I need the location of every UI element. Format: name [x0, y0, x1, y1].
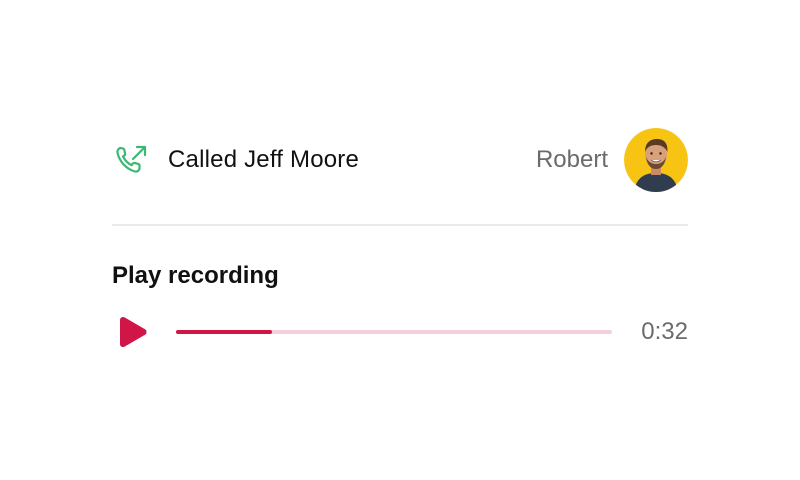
call-summary: Called Jeff Moore [112, 140, 359, 180]
play-icon [120, 316, 147, 348]
play-button[interactable] [112, 312, 152, 352]
call-title: Called Jeff Moore [168, 146, 360, 173]
divider [112, 224, 688, 226]
call-log-card: Called Jeff Moore Robert Play recording … [112, 128, 688, 352]
call-agent: Robert [536, 128, 688, 192]
progress-track[interactable] [176, 330, 612, 334]
recording-heading: Play recording [112, 262, 279, 289]
phone-outgoing-icon [112, 140, 152, 180]
call-row: Called Jeff Moore Robert [112, 128, 688, 192]
duration-label: 0:32 [641, 318, 688, 345]
progress-fill [176, 330, 272, 334]
avatar[interactable] [624, 128, 688, 192]
audio-player: 0:32 [112, 312, 688, 352]
agent-name: Robert [535, 146, 608, 173]
